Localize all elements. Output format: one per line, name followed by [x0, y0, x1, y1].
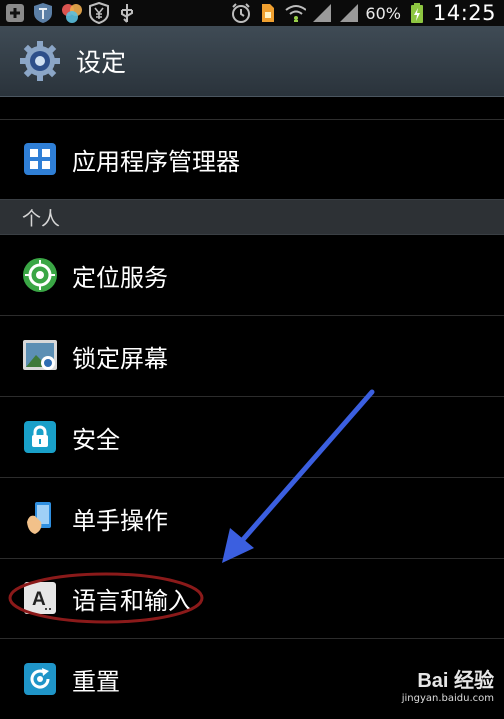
usb-icon — [116, 2, 138, 24]
list-item-label: 锁定屏幕 — [72, 344, 168, 373]
add-notification-icon — [4, 2, 26, 24]
list-item-label: 单手操作 — [72, 506, 168, 535]
list-top-spacer — [0, 97, 504, 120]
list-item-label: 定位服务 — [72, 263, 168, 292]
section-header-personal: 个人 — [0, 199, 504, 235]
currency-shield-icon — [88, 2, 110, 24]
watermark-brand: Bai 经验 — [417, 670, 494, 692]
battery-charging-icon — [406, 2, 428, 24]
list-item-application-manager[interactable]: 应用程序管理器 — [0, 119, 504, 200]
padlock-icon — [22, 419, 58, 455]
shield-icon — [32, 2, 54, 24]
section-header-label: 个人 — [22, 207, 61, 230]
signal-icon — [311, 2, 333, 24]
gear-icon — [18, 39, 62, 83]
list-item-one-hand-operation[interactable]: 单手操作 — [0, 478, 504, 559]
list-item-label: 应用程序管理器 — [72, 147, 240, 176]
title-bar: 设定 — [0, 26, 504, 97]
list-item-language-and-input[interactable]: A 语言和输入 — [0, 558, 504, 639]
location-icon — [22, 257, 58, 293]
lockscreen-icon — [22, 338, 58, 374]
reset-icon — [22, 661, 58, 697]
list-item-label: 重置 — [72, 667, 120, 696]
svg-text:A: A — [32, 589, 46, 610]
list-item-lock-screen[interactable]: 锁定屏幕 — [0, 316, 504, 397]
color-circles-icon — [60, 2, 82, 24]
list-item-label: 安全 — [72, 425, 120, 454]
page-title: 设定 — [76, 48, 127, 77]
battery-percent: 60% — [365, 3, 401, 23]
clock-time: 14:25 — [432, 1, 496, 25]
status-bar: 60% 14:25 — [0, 0, 504, 26]
wifi-icon — [284, 2, 307, 24]
list-item-location-services[interactable]: 定位服务 — [0, 235, 504, 316]
hand-icon — [22, 500, 58, 536]
list-item-security[interactable]: 安全 — [0, 397, 504, 478]
list-item-label: 语言和输入 — [72, 586, 192, 615]
watermark-url: jingyan.baidu.com — [401, 693, 494, 704]
grid-icon — [22, 141, 58, 177]
sim-card-icon — [257, 2, 279, 24]
baidu-watermark: Bai 经验 jingyan.baidu.com — [402, 664, 494, 704]
signal-icon-2 — [338, 2, 360, 24]
keyboard-a-icon: A — [22, 580, 58, 616]
alarm-icon — [230, 2, 252, 24]
